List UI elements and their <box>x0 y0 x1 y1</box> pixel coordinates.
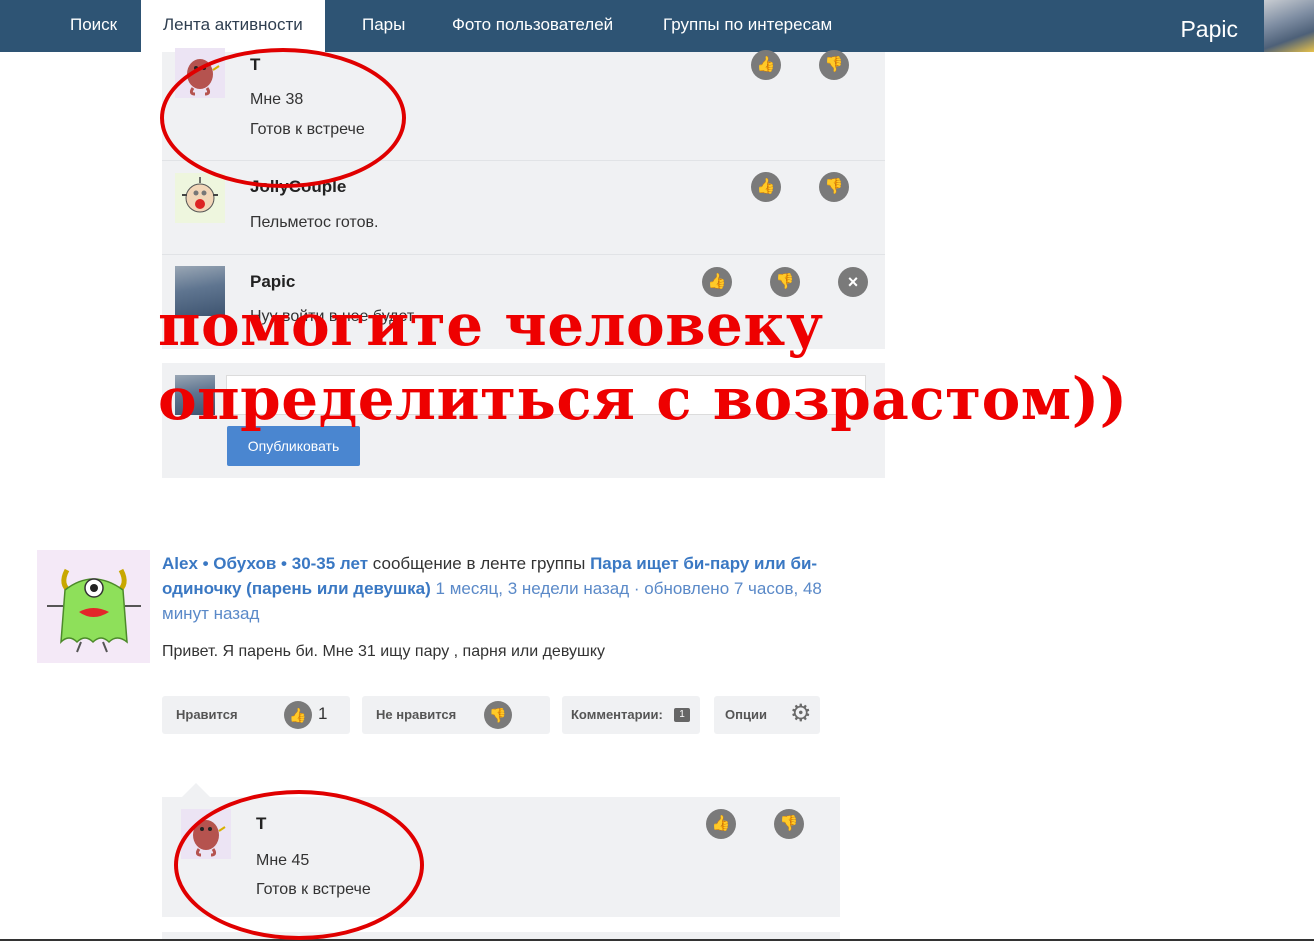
comment-author[interactable]: JollyCouple <box>250 177 346 197</box>
tab-search[interactable]: Поиск <box>48 0 139 52</box>
post-action-text: сообщение в ленте группы <box>368 554 591 573</box>
thumbs-up-icon[interactable]: 👍 <box>706 809 736 839</box>
comment-text-line: Готов к встрече <box>256 881 371 898</box>
dislike-label: Не нравится <box>376 707 457 722</box>
comment-author[interactable]: Papic <box>250 272 295 292</box>
post-author-link[interactable]: Alex • Обухов • 30-35 лет <box>162 554 368 573</box>
comments-count-badge: 1 <box>674 708 690 722</box>
thumbs-down-icon[interactable]: 👎 <box>819 50 849 80</box>
post-author-avatar[interactable] <box>37 550 150 663</box>
thumbs-up-icon[interactable]: 👍 <box>751 50 781 80</box>
comment-list-bottom: T Мне 45 Готов к встрече 👍 👎 <box>162 797 840 917</box>
tab-couples[interactable]: Пары <box>340 0 427 52</box>
dislike-button[interactable]: Не нравится 👎 <box>362 696 550 734</box>
current-user-name[interactable]: Papic <box>1180 0 1238 58</box>
like-button[interactable]: Нравится 👍 1 <box>162 696 350 734</box>
comment-item: JollyCouple Пельметос готов. 👍 👎 <box>162 161 885 255</box>
comment-author[interactable]: T <box>256 814 266 834</box>
current-user-avatar[interactable] <box>1264 0 1314 52</box>
avatar[interactable] <box>175 48 225 98</box>
thumbs-up-icon[interactable]: 👍 <box>751 172 781 202</box>
like-label: Нравится <box>176 707 238 722</box>
comment-item: T Мне 38 Готов к встрече 👍 👎 <box>162 48 885 161</box>
close-icon[interactable]: × <box>838 267 868 297</box>
annotation-caption-line: определиться с возрастом)) <box>158 365 1128 433</box>
top-navigation: Поиск Лента активности Пары Фото пользов… <box>0 0 1314 52</box>
comment-text-line: Мне 45 <box>256 852 310 869</box>
gear-icon: ⚙ <box>790 700 812 727</box>
tab-user-photos[interactable]: Фото пользователей <box>430 0 635 52</box>
thumbs-down-icon[interactable]: 👎 <box>819 172 849 202</box>
tab-activity-feed[interactable]: Лента активности <box>141 0 325 52</box>
tab-interest-groups[interactable]: Группы по интересам <box>641 0 854 52</box>
options-button[interactable]: Опции ⚙ <box>714 696 820 734</box>
thumbs-down-icon[interactable]: 👎 <box>774 809 804 839</box>
comment-text-line: Готов к встрече <box>250 121 365 138</box>
comment-text-line: Мне 38 <box>250 91 304 108</box>
thumbs-down-icon: 👎 <box>484 701 512 729</box>
post-header: Alex • Обухов • 30-35 лет сообщение в ле… <box>162 551 852 626</box>
comments-label: Комментарии: <box>571 707 663 722</box>
options-label: Опции <box>725 707 767 722</box>
thumbs-up-icon: 👍 <box>284 701 312 729</box>
comments-button[interactable]: Комментарии: 1 <box>562 696 700 734</box>
avatar[interactable] <box>181 809 231 859</box>
comment-pointer <box>182 783 210 797</box>
annotation-caption-line: помогите человеку <box>158 291 824 359</box>
comment-text-line: Пельметос готов. <box>250 214 379 231</box>
page: Поиск Лента активности Пары Фото пользов… <box>0 0 1314 941</box>
comment-author[interactable]: T <box>250 55 260 75</box>
comment-item: T Мне 45 Готов к встрече 👍 👎 <box>162 797 840 917</box>
like-count: 1 <box>318 704 328 723</box>
avatar[interactable] <box>175 173 225 223</box>
post-body: Привет. Я парень би. Мне 31 ищу пару , п… <box>162 643 605 660</box>
